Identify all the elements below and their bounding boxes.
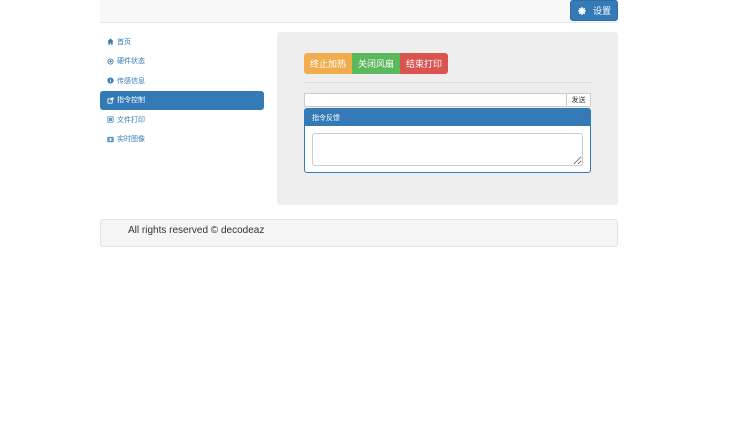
sidebar-item-file-print[interactable]: 文件打印 <box>100 110 264 129</box>
home-icon <box>107 38 114 45</box>
settings-button[interactable]: 设置 <box>570 0 618 21</box>
sidebar-item-label: 传感信息 <box>117 77 145 85</box>
sidebar-item-label: 首页 <box>117 38 131 46</box>
settings-label: 设置 <box>592 6 611 16</box>
sidebar-nav: 首页 硬件状态 传感信息 指令控制 文件打印 实时图像 <box>100 32 264 149</box>
sidebar-item-label: 实时图像 <box>117 136 145 143</box>
command-feedback-textarea[interactable] <box>312 133 583 166</box>
sidebar-item-sensor-info[interactable]: 传感信息 <box>100 71 264 90</box>
end-print-button[interactable]: 结束打印 <box>400 53 448 74</box>
sidebar-item-command-control[interactable]: 指令控制 <box>100 90 264 110</box>
film-icon <box>107 136 114 143</box>
sidebar-item-hardware-status[interactable]: 硬件状态 <box>100 52 264 71</box>
footer: All rights reserved © decodeaz <box>100 219 618 247</box>
sidebar-item-live-image[interactable]: 实时图像 <box>100 130 264 149</box>
copyright-text: All rights reserved © decodeaz <box>128 225 265 236</box>
command-input-group: 发送 <box>304 93 591 107</box>
control-button-group: 终止加热 关闭风扇 结束打印 <box>304 53 448 74</box>
sidebar-item-home[interactable]: 首页 <box>100 32 264 51</box>
fan-off-button[interactable]: 关闭风扇 <box>352 53 400 74</box>
circle-arrow-icon <box>107 57 114 65</box>
divider <box>304 82 591 83</box>
gear-icon <box>577 6 587 16</box>
panel-heading: 指令反馈 <box>305 109 590 126</box>
top-navbar: 设置 <box>100 0 618 23</box>
command-input[interactable] <box>304 93 566 107</box>
send-button[interactable]: 发送 <box>566 93 591 107</box>
command-control-panel: 终止加热 关闭风扇 结束打印 发送 指令反馈 <box>277 32 618 205</box>
sidebar-item-label: 指令控制 <box>117 97 145 104</box>
command-feedback-panel: 指令反馈 <box>304 108 591 173</box>
share-icon <box>107 96 114 104</box>
sidebar-item-label: 硬件状态 <box>117 58 145 65</box>
stop-heating-button[interactable]: 终止加热 <box>304 53 352 74</box>
list-icon <box>107 116 114 123</box>
sidebar-item-label: 文件打印 <box>117 116 145 124</box>
info-icon <box>107 77 114 84</box>
